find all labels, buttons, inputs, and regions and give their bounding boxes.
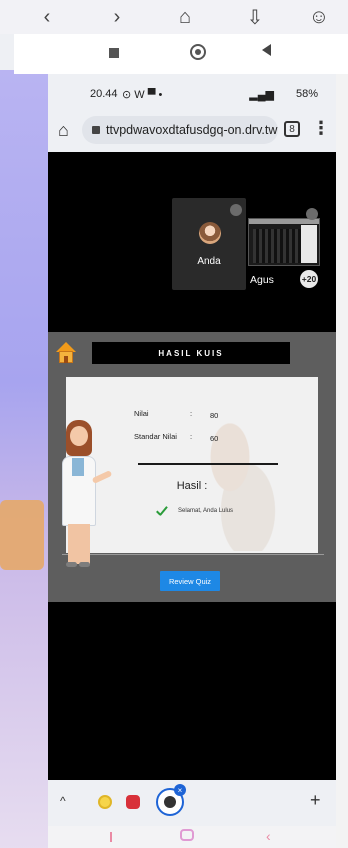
signal-icon: ▂▄▆: [249, 89, 274, 101]
app-shortcut-icon[interactable]: [126, 795, 140, 809]
review-quiz-button[interactable]: Review Quiz: [160, 571, 220, 591]
close-icon[interactable]: ×: [174, 784, 186, 796]
back-arrow-icon[interactable]: ‹: [34, 4, 60, 30]
wallpaper-left: [0, 70, 48, 848]
back-icon[interactable]: [262, 44, 271, 56]
home-icon[interactable]: [190, 44, 206, 60]
clock: 20.44: [90, 88, 118, 100]
system-navigation: ‹: [48, 826, 336, 848]
score-separator: :: [190, 409, 193, 418]
home-icon[interactable]: [56, 342, 76, 364]
wallpaper-shape: [0, 500, 44, 570]
divider: [138, 463, 278, 465]
wallpaper-right: [336, 0, 348, 848]
chevron-up-icon[interactable]: ^: [60, 794, 66, 808]
tab-switcher-button[interactable]: 8: [284, 121, 300, 137]
quiz-result-panel: HASIL KUIS Nilai : 80 Standar Nilai : 60…: [48, 332, 336, 602]
recents-icon[interactable]: [110, 832, 112, 842]
download-icon[interactable]: ⇩: [242, 4, 268, 30]
participant-name: Anda: [197, 256, 221, 267]
score-label: Nilai: [134, 409, 149, 418]
standard-separator: :: [190, 432, 193, 441]
mic-off-icon: [230, 204, 242, 216]
participant-name: Agus: [250, 274, 274, 286]
bottom-toolbar: ^ × +: [48, 780, 336, 826]
quiz-title: HASIL KUIS: [92, 342, 290, 364]
more-participants-badge[interactable]: +20: [300, 270, 318, 288]
result-message: Selamat, Anda Lulus: [178, 508, 234, 514]
new-tab-icon[interactable]: +: [310, 790, 321, 811]
user-icon[interactable]: ☺: [306, 4, 332, 30]
status-bar: 20.44 ⊙ W ▀ • 58% ▂▄▆: [48, 80, 336, 108]
participant-tile-self[interactable]: Anda: [172, 198, 246, 290]
home-square-icon[interactable]: ⌂: [172, 4, 198, 30]
avatar: [199, 222, 221, 244]
mirror-toolbar: ‹ › ⌂ ⇩ ☺: [0, 0, 348, 34]
mirror-nav-buttons: [14, 34, 348, 74]
app-shortcut-icon[interactable]: [98, 795, 112, 809]
participant-tile-other[interactable]: Agus +20: [246, 208, 322, 292]
standard-value: 60: [210, 434, 219, 443]
notification-icons: ⊙ W ▀ •: [122, 89, 163, 101]
active-tab-icon[interactable]: ×: [156, 784, 186, 816]
browser-toolbar: ⌂ ttvpdwavoxdtafusdgq-on.drv.tw 8 ⋮: [48, 110, 336, 150]
mic-off-icon: [306, 208, 318, 220]
battery-level: 58%: [295, 88, 318, 100]
more-menu-icon[interactable]: ⋮: [312, 118, 330, 139]
lock-icon: [92, 126, 100, 134]
address-bar[interactable]: ttvpdwavoxdtafusdgq-on.drv.tw: [82, 116, 278, 144]
browser-home-icon[interactable]: ⌂: [58, 120, 69, 141]
standard-label: Standar Nilai: [134, 432, 177, 441]
score-value: 80: [210, 411, 219, 420]
recents-icon[interactable]: [109, 48, 119, 58]
web-content: Anda Agus +20 HASIL KUIS Nilai : 80 Stan…: [48, 152, 336, 780]
url-text: ttvpdwavoxdtafusdgq-on.drv.tw: [106, 123, 278, 137]
back-icon[interactable]: ‹: [266, 828, 271, 844]
screen-share-thumbnail: [248, 218, 320, 266]
checkmark-icon: [156, 507, 168, 519]
teacher-illustration: [56, 420, 113, 576]
forward-arrow-icon[interactable]: ›: [104, 4, 130, 30]
home-icon[interactable]: [180, 829, 194, 841]
